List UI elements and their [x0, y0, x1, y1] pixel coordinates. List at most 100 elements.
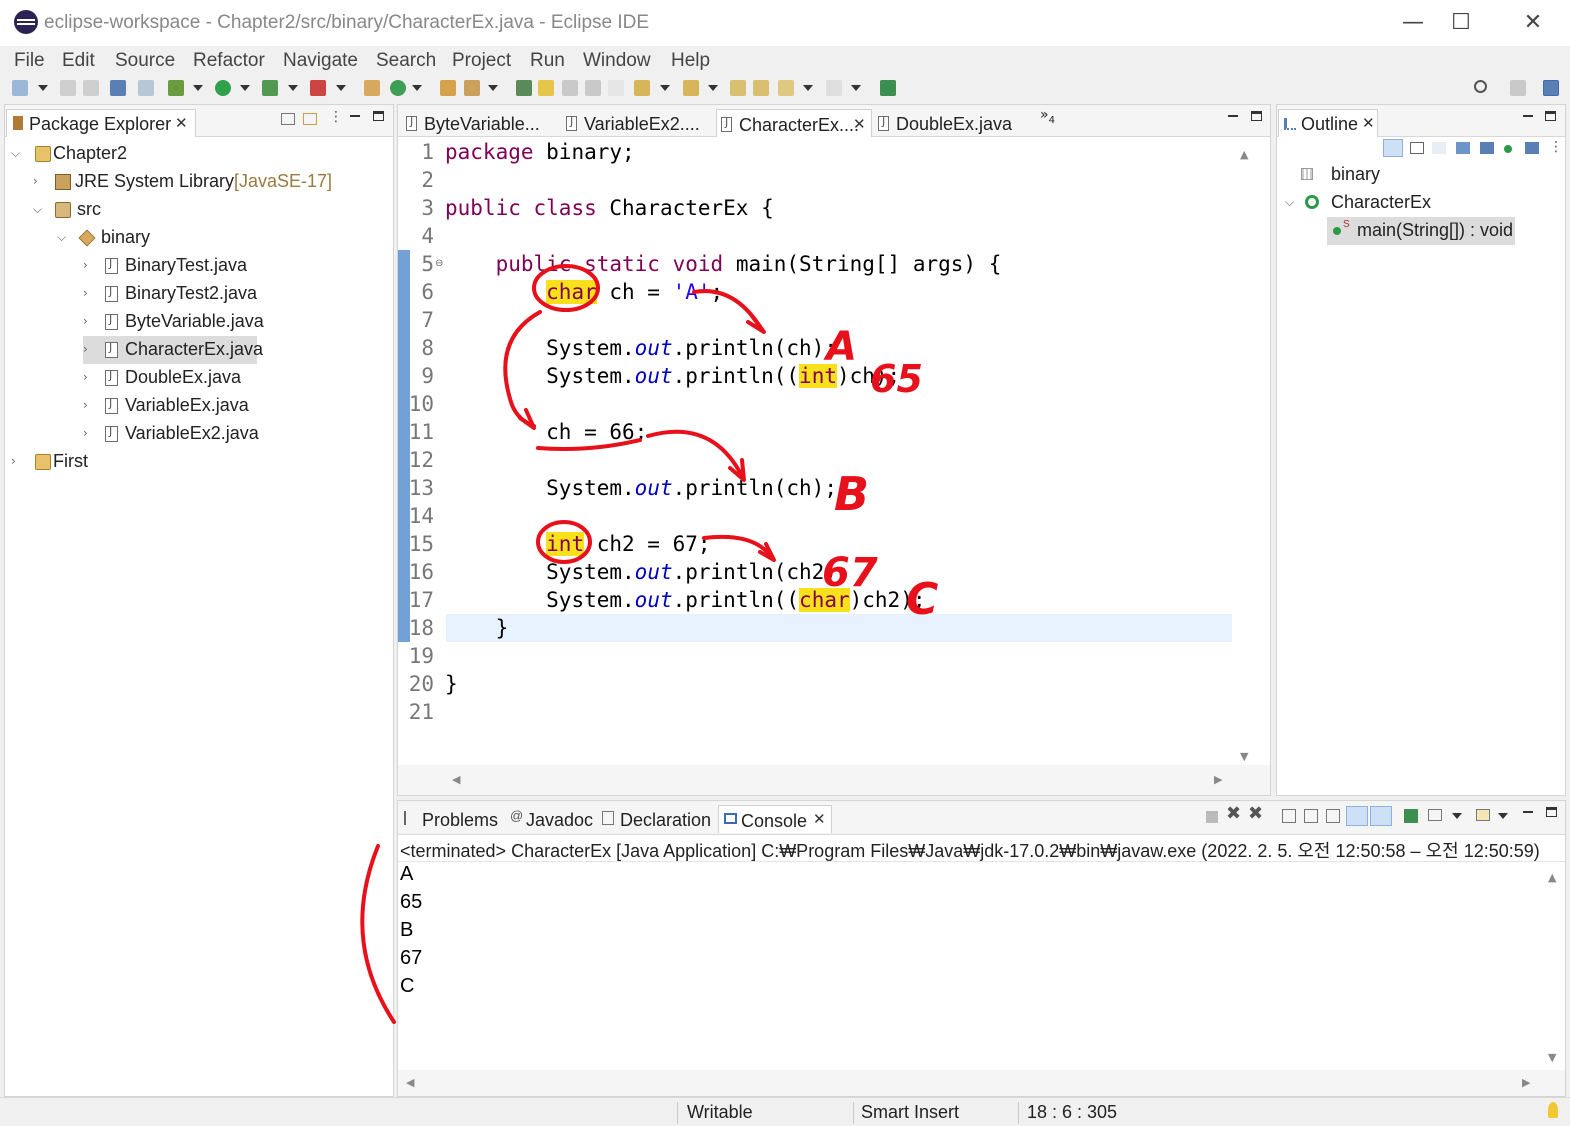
new-icon[interactable] [12, 80, 28, 96]
pin-console-icon[interactable] [1404, 809, 1418, 823]
sort-icon[interactable] [1383, 139, 1403, 157]
collapse-all-icon[interactable] [281, 113, 295, 125]
show-on-stdout-icon[interactable] [1346, 806, 1368, 826]
maximize-view-icon[interactable] [1251, 111, 1262, 121]
show-whitespace-icon[interactable] [608, 80, 624, 96]
tab-package-explorer[interactable]: Package Explorer ✕ [6, 109, 196, 137]
run-dropdown-icon[interactable] [240, 85, 250, 91]
maximize-view-icon[interactable] [1546, 807, 1557, 817]
console-output-area[interactable]: <terminated> CharacterEx [Java Applicati… [398, 835, 1565, 1096]
scroll-left-icon[interactable]: ◀ [452, 773, 460, 786]
tab-problems[interactable]: Problems [400, 805, 504, 833]
show-on-stderr-icon[interactable] [1370, 806, 1392, 826]
debug-icon[interactable] [168, 80, 184, 96]
new-java-class-icon[interactable] [390, 80, 406, 96]
sort-members-icon[interactable] [1432, 142, 1446, 154]
status-cursor-position[interactable]: 18 : 6 : 305 [1027, 1102, 1117, 1123]
previous-annotation-dropdown-icon[interactable] [708, 85, 718, 91]
scroll-right-icon[interactable]: ▶ [1214, 773, 1222, 786]
minimize-view-icon[interactable] [1523, 115, 1533, 117]
menu-file[interactable]: File [14, 50, 45, 72]
collapsed-arrow-icon[interactable]: › [83, 342, 88, 356]
maximize-view-icon[interactable] [373, 111, 384, 121]
terminate-icon[interactable] [1206, 811, 1218, 823]
collapsed-arrow-icon[interactable]: › [83, 398, 88, 412]
collapsed-arrow-icon[interactable]: › [83, 370, 88, 384]
hide-local-types-icon[interactable] [1525, 142, 1539, 154]
close-icon[interactable]: ✕ [1362, 114, 1375, 132]
tab-doubleex[interactable]: DoubleEx.java [874, 109, 1024, 137]
previous-annotation-icon[interactable] [683, 80, 699, 96]
external-tools-icon[interactable] [310, 80, 326, 96]
menu-run[interactable]: Run [530, 50, 565, 72]
minimize-view-icon[interactable] [1228, 115, 1238, 117]
minimize-view-icon[interactable] [1523, 811, 1533, 813]
view-menu-icon[interactable]: ⋮ [1549, 139, 1563, 155]
coverage-icon[interactable] [262, 80, 278, 96]
tab-overflow-icon[interactable]: »4 [1040, 107, 1055, 126]
pin-editor-icon[interactable] [880, 80, 896, 96]
maximize-view-icon[interactable] [1545, 111, 1556, 121]
hide-fields-icon[interactable] [1456, 142, 1470, 154]
open-perspective-icon[interactable] [1510, 80, 1526, 96]
fold-collapse-icon[interactable]: ⊖ [435, 258, 443, 269]
tab-javadoc[interactable]: @ Javadoc [508, 805, 598, 833]
view-menu-icon[interactable]: ⋮ [329, 109, 343, 125]
menu-help[interactable]: Help [671, 50, 710, 72]
horizontal-scrollbar[interactable]: ◀ ▶ [398, 765, 1270, 795]
close-icon[interactable]: ✕ [813, 810, 826, 828]
tab-bytevariable[interactable]: ByteVariable... [402, 109, 552, 137]
last-edit-location-icon[interactable] [730, 80, 746, 96]
scroll-down-icon[interactable]: ▼ [1548, 1051, 1556, 1064]
menu-search[interactable]: Search [376, 50, 436, 72]
collapsed-arrow-icon[interactable]: › [83, 426, 88, 440]
scroll-left-icon[interactable]: ◀ [406, 1076, 414, 1089]
tab-outline[interactable]: Outline ✕ [1278, 109, 1378, 137]
collapsed-arrow-icon[interactable]: › [11, 454, 16, 468]
tab-variableex2[interactable]: VariableEx2.... [562, 109, 712, 137]
java-perspective-icon[interactable] [1543, 80, 1559, 96]
maximize-button[interactable]: ☐ [1436, 6, 1486, 40]
scroll-up-icon[interactable]: ▲ [1240, 148, 1248, 161]
skip-breakpoints-icon[interactable] [138, 80, 154, 96]
code-editor[interactable]: 1 2 3 4 5 6 7 8 9 10 11 12 13 14 15 16 1… [398, 138, 1270, 765]
menu-window[interactable]: Window [583, 50, 651, 72]
search-tool-icon[interactable] [464, 80, 480, 96]
scroll-up-icon[interactable]: ▲ [1548, 871, 1556, 884]
outline-item-method[interactable]: S main(String[]) : void [1327, 217, 1515, 245]
menu-source[interactable]: Source [115, 50, 175, 72]
open-type-icon[interactable] [440, 80, 456, 96]
toggle-word-wrap-icon[interactable] [562, 80, 578, 96]
close-icon[interactable]: ✕ [853, 115, 866, 133]
display-console-dropdown-icon[interactable] [1452, 813, 1462, 819]
tab-console[interactable]: Console ✕ [718, 805, 832, 833]
hide-nonpublic-icon[interactable] [1504, 145, 1512, 153]
collapse-all-icon[interactable] [1410, 142, 1424, 154]
debug-dropdown-icon[interactable] [193, 85, 203, 91]
back-dropdown-icon[interactable] [803, 85, 813, 91]
back-icon[interactable] [753, 80, 769, 96]
menu-project[interactable]: Project [452, 50, 511, 72]
menu-edit[interactable]: Edit [62, 50, 95, 72]
expand-arrow-icon[interactable]: ⌵ [57, 230, 66, 245]
expand-arrow-icon[interactable]: ⌵ [1285, 195, 1294, 210]
menu-refactor[interactable]: Refactor [193, 50, 265, 72]
expand-arrow-icon[interactable]: ⌵ [11, 146, 20, 161]
link-with-editor-icon[interactable] [303, 113, 317, 125]
next-annotation-dropdown-icon[interactable] [660, 85, 670, 91]
open-console-dropdown-icon[interactable] [1498, 813, 1508, 819]
word-wrap-icon[interactable] [1326, 809, 1340, 823]
mark-occurrences-icon[interactable] [538, 80, 554, 96]
block-selection-icon[interactable] [585, 80, 601, 96]
console-horizontal-scrollbar[interactable]: ◀ ▶ [398, 1070, 1565, 1096]
save-all-icon[interactable] [83, 80, 99, 96]
hide-static-icon[interactable] [1480, 142, 1494, 154]
run-icon[interactable] [215, 80, 231, 96]
toggle-ant-icon[interactable] [516, 80, 532, 96]
display-console-icon[interactable] [1428, 809, 1442, 821]
tab-characterex[interactable]: CharacterEx.... ✕ [716, 109, 872, 137]
forward-icon[interactable] [826, 80, 842, 96]
clear-console-icon[interactable] [1282, 809, 1296, 823]
collapsed-arrow-icon[interactable]: › [83, 258, 88, 272]
back-history-icon[interactable] [778, 80, 794, 96]
